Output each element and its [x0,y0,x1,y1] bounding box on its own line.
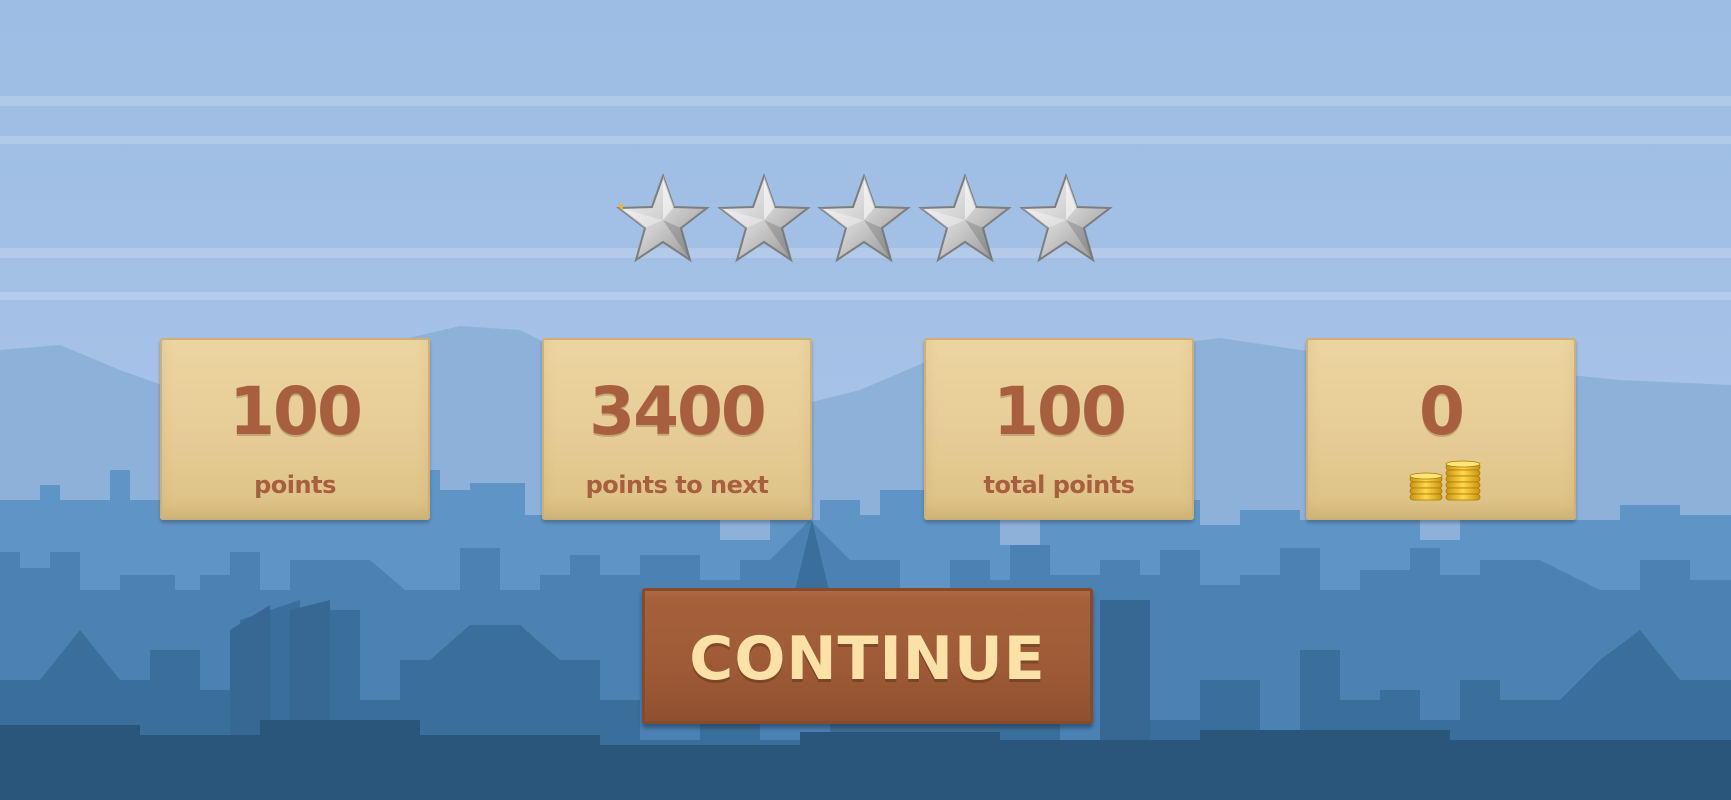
star-icon [616,173,710,263]
star-icon [1019,173,1113,263]
coins-card: 0 [1306,338,1576,520]
total-points-label: total points [983,471,1135,499]
star-icon [918,173,1012,263]
total-points-value: 100 [993,373,1127,450]
points-value: 100 [229,373,363,450]
coins-value: 0 [1419,373,1465,450]
continue-button[interactable]: CONTINUE [642,588,1093,724]
star-icon [817,173,911,263]
points-to-next-value: 3400 [589,373,767,450]
star-icon [717,173,811,263]
points-label: points [254,471,336,499]
game-results-screen: 100 points 3400 points to next 100 total… [0,0,1731,800]
points-to-next-label: points to next [585,471,769,499]
star-rating [613,170,1113,270]
points-card: 100 points [160,338,430,520]
total-points-card: 100 total points [924,338,1194,520]
continue-button-label: CONTINUE [689,624,1046,694]
coin-stack-icon [1409,460,1481,501]
points-to-next-card: 3400 points to next [542,338,812,520]
